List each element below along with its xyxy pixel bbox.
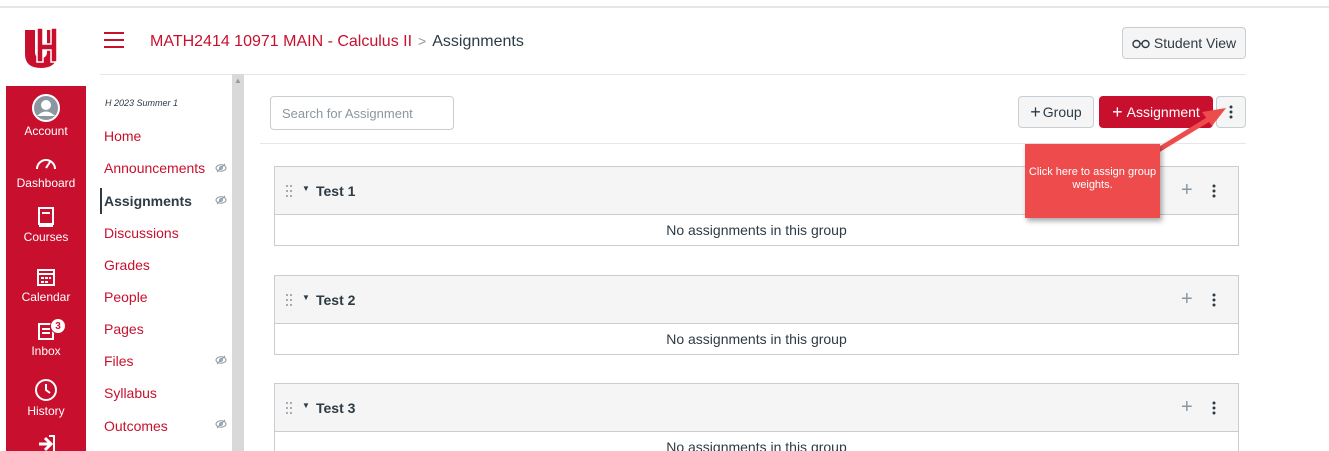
course-nav-grades[interactable]: Grades <box>104 257 150 273</box>
kebab-icon <box>1229 105 1233 119</box>
collapse-caret-icon[interactable]: ▼ <box>302 184 310 193</box>
course-nav-people[interactable]: People <box>104 289 148 305</box>
settings-kebab-button[interactable] <box>1216 96 1246 128</box>
logout-icon <box>39 435 55 451</box>
nav-calendar[interactable]: Calendar <box>6 266 86 304</box>
hidden-eye-icon <box>215 355 227 365</box>
courses-icon <box>38 207 54 227</box>
drag-handle-icon[interactable] <box>285 293 293 307</box>
group-kebab-icon[interactable] <box>1212 184 1216 198</box>
account-icon <box>32 94 60 122</box>
course-nav-announcements[interactable]: Announcements <box>104 160 205 176</box>
nav-calendar-label: Calendar <box>21 290 71 304</box>
global-nav-items: Account Dashboard Courses Calendar 3 Inb… <box>6 86 86 451</box>
course-nav-home[interactable]: Home <box>104 128 141 144</box>
calendar-icon <box>37 269 55 286</box>
plus-icon: + <box>1112 101 1123 122</box>
add-group-label: Group <box>1042 104 1082 120</box>
uh-logo[interactable] <box>8 24 78 72</box>
group-kebab-icon[interactable] <box>1212 293 1216 307</box>
nav-account[interactable]: Account <box>6 94 86 138</box>
search-input[interactable] <box>270 96 454 130</box>
assignment-group-title: Test 3 <box>316 400 356 416</box>
nav-history[interactable]: History <box>6 378 86 418</box>
assignment-group: ▼ Test 3 + No assignments in this group <box>274 383 1239 451</box>
add-to-group-icon[interactable]: + <box>1181 288 1193 311</box>
inbox-badge: 3 <box>50 318 66 334</box>
nav-dashboard[interactable]: Dashboard <box>6 152 86 190</box>
course-nav-syllabus[interactable]: Syllabus <box>104 385 157 401</box>
header-divider <box>100 74 1246 75</box>
assignment-group-header[interactable]: ▼ Test 3 + <box>275 384 1238 432</box>
dashboard-icon <box>36 159 56 170</box>
assignment-group: ▼ Test 2 + No assignments in this group <box>274 275 1239 355</box>
hidden-eye-icon <box>215 419 227 429</box>
student-view-label: Student View <box>1153 35 1237 51</box>
nav-dashboard-label: Dashboard <box>16 176 76 190</box>
term-label: H 2023 Summer 1 <box>105 98 179 108</box>
nav-account-label: Account <box>24 124 68 138</box>
breadcrumb-current: Assignments <box>432 33 524 50</box>
course-menu-toggle[interactable] <box>104 32 124 48</box>
add-to-group-icon[interactable]: + <box>1181 179 1193 202</box>
assignment-group-title: Test 2 <box>316 292 356 308</box>
top-border <box>0 0 1329 8</box>
add-assignment-button[interactable]: + Assignment <box>1099 96 1213 128</box>
collapse-caret-icon[interactable]: ▼ <box>302 401 310 410</box>
course-nav-files[interactable]: Files <box>104 353 134 369</box>
course-nav-scrollbar[interactable]: ▲ <box>232 74 244 451</box>
course-nav-assignments[interactable]: Assignments <box>104 193 192 209</box>
course-nav-outcomes[interactable]: Outcomes <box>104 418 168 434</box>
history-icon <box>35 379 57 401</box>
drag-handle-icon[interactable] <box>285 401 293 415</box>
plus-icon: + <box>1030 101 1041 122</box>
group-kebab-icon[interactable] <box>1212 401 1216 415</box>
hidden-eye-icon <box>215 195 227 205</box>
hidden-eye-icon <box>215 163 227 173</box>
course-nav-pages[interactable]: Pages <box>104 321 144 337</box>
empty-group-message: No assignments in this group <box>666 439 847 451</box>
empty-group-message: No assignments in this group <box>666 331 847 347</box>
breadcrumb: MATH2414 10971 MAIN - Calculus II > Assign… <box>150 33 524 51</box>
drag-handle-icon[interactable] <box>285 184 293 198</box>
breadcrumb-course[interactable]: MATH2414 10971 MAIN - Calculus II <box>150 33 412 50</box>
course-nav: H 2023 Summer 1 Home Announcements Assig… <box>100 82 232 451</box>
course-nav-discussions[interactable]: Discussions <box>104 225 179 241</box>
breadcrumb-separator: > <box>418 33 427 49</box>
add-assignment-label: Assignment <box>1126 104 1200 120</box>
active-indicator <box>100 188 102 214</box>
nav-history-label: History <box>27 404 65 418</box>
collapse-caret-icon[interactable]: ▼ <box>302 293 310 302</box>
student-view-button[interactable]: Student View <box>1122 27 1246 59</box>
nav-collapse[interactable] <box>6 434 86 451</box>
nav-courses[interactable]: Courses <box>6 206 86 244</box>
nav-inbox[interactable]: 3 Inbox <box>6 318 86 358</box>
add-to-group-icon[interactable]: + <box>1181 396 1193 419</box>
global-nav: Account Dashboard Courses Calendar 3 Inb… <box>0 10 86 451</box>
annotation-callout: Click here to assign group weights. <box>1025 144 1160 218</box>
empty-group-message: No assignments in this group <box>666 222 847 238</box>
glasses-icon <box>1132 39 1150 49</box>
assignment-group-title: Test 1 <box>316 183 356 199</box>
nav-inbox-label: Inbox <box>31 344 61 358</box>
add-group-button[interactable]: + Group <box>1018 96 1094 128</box>
assignment-group-header[interactable]: ▼ Test 2 + <box>275 276 1238 324</box>
scroll-up-icon[interactable]: ▲ <box>232 76 244 86</box>
nav-courses-label: Courses <box>23 230 69 244</box>
